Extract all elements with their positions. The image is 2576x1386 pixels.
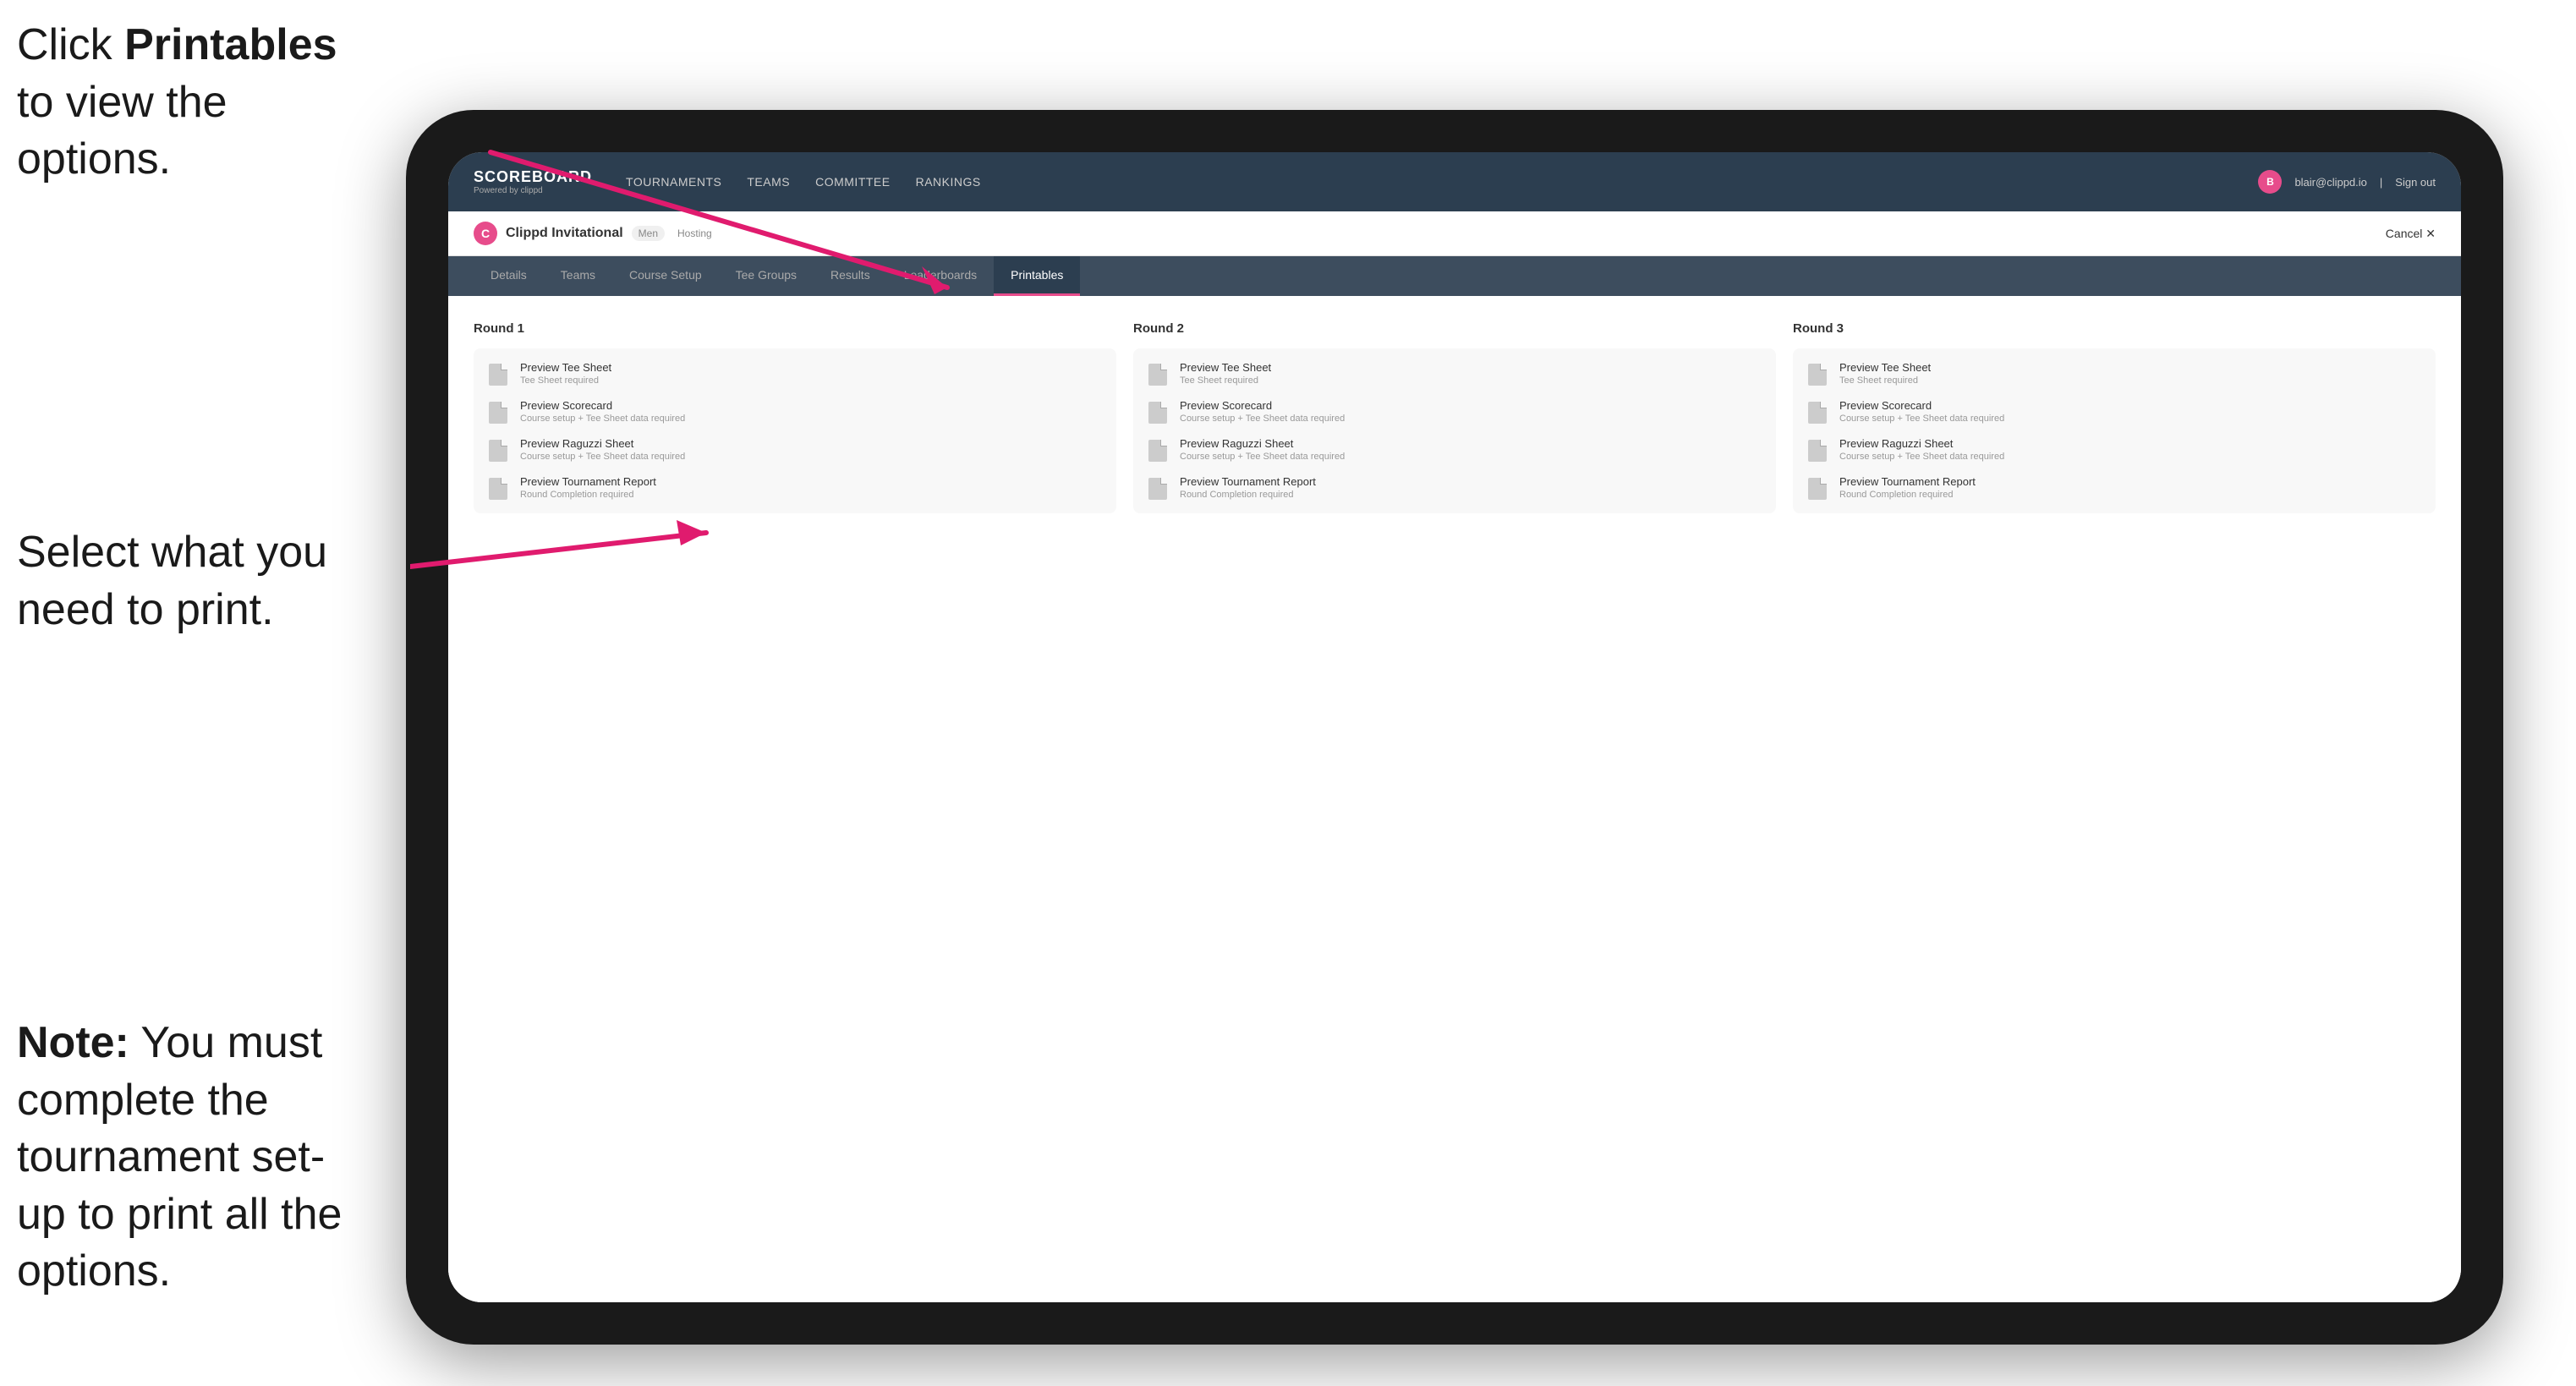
user-avatar: B: [2258, 170, 2282, 194]
round-1-tournament-report[interactable]: Preview Tournament Report Round Completi…: [486, 475, 1104, 501]
rounds-grid: Round 1 Preview Tee Sheet Tee Sheet requ…: [474, 321, 2436, 513]
tablet-screen: SCOREBOARD Powered by clippd TOURNAMENTS…: [448, 152, 2461, 1302]
top-nav-items: TOURNAMENTS TEAMS COMMITTEE RANKINGS: [626, 171, 2258, 193]
r1-report-subtitle: Round Completion required: [520, 490, 1104, 500]
tab-details[interactable]: Details: [474, 256, 544, 296]
user-email: blair@clippd.io: [2294, 176, 2366, 189]
sub-header: C Clippd Invitational Men Hosting Cancel…: [448, 211, 2461, 256]
r2-report-subtitle: Round Completion required: [1180, 490, 1763, 500]
round-3-section: Round 3 Preview Tee Sheet Tee Sheet requ…: [1793, 321, 2436, 513]
logo-title: SCOREBOARD: [474, 168, 592, 186]
tournament-name: Clippd Invitational: [506, 226, 623, 241]
r1-raguzzi-title: Preview Raguzzi Sheet: [520, 437, 1104, 450]
nav-item-rankings[interactable]: RANKINGS: [916, 171, 981, 193]
r2-tee-sheet-subtitle: Tee Sheet required: [1180, 375, 1763, 386]
tab-leaderboards[interactable]: Leaderboards: [887, 256, 994, 296]
clippd-icon: C: [474, 222, 497, 245]
round-1-title: Round 1: [474, 321, 1116, 336]
printables-bold: Printables: [124, 20, 337, 69]
tournament-info: C Clippd Invitational Men Hosting: [474, 222, 712, 245]
scorecard-icon-2: [1146, 401, 1170, 425]
r1-scorecard-title: Preview Scorecard: [520, 399, 1104, 412]
nav-item-tournaments[interactable]: TOURNAMENTS: [626, 171, 721, 193]
raguzzi-icon-2: [1146, 439, 1170, 463]
tee-sheet-icon-3: [1806, 363, 1829, 386]
r1-report-title: Preview Tournament Report: [520, 475, 1104, 488]
logo-subtitle: Powered by clippd: [474, 186, 592, 195]
mid-instruction-text: Select what you need to print.: [17, 528, 327, 634]
top-instruction-text: Click Printables to view the options.: [17, 20, 337, 184]
r2-scorecard-title: Preview Scorecard: [1180, 399, 1763, 412]
tab-tee-groups[interactable]: Tee Groups: [719, 256, 814, 296]
tablet-frame: SCOREBOARD Powered by clippd TOURNAMENTS…: [406, 110, 2503, 1345]
round-1-scorecard[interactable]: Preview Scorecard Course setup + Tee She…: [486, 399, 1104, 425]
tee-sheet-icon-1: [486, 363, 510, 386]
cancel-button[interactable]: Cancel ✕: [2386, 227, 2436, 241]
round-2-section: Round 2 Preview Tee Sheet Tee Sheet requ…: [1133, 321, 1776, 513]
tab-results[interactable]: Results: [814, 256, 887, 296]
hosting-tag: Hosting: [677, 227, 712, 239]
round-2-raguzzi[interactable]: Preview Raguzzi Sheet Course setup + Tee…: [1146, 437, 1763, 463]
round-3-items: Preview Tee Sheet Tee Sheet required Pre…: [1793, 348, 2436, 513]
round-2-tee-sheet[interactable]: Preview Tee Sheet Tee Sheet required: [1146, 361, 1763, 386]
r3-scorecard-subtitle: Course setup + Tee Sheet data required: [1839, 414, 2423, 424]
r1-tee-sheet-subtitle: Tee Sheet required: [520, 375, 1104, 386]
tournament-tag: Men: [632, 226, 665, 241]
tab-nav: Details Teams Course Setup Tee Groups Re…: [448, 256, 2461, 296]
r2-report-title: Preview Tournament Report: [1180, 475, 1763, 488]
raguzzi-icon-1: [486, 439, 510, 463]
r2-tee-sheet-title: Preview Tee Sheet: [1180, 361, 1763, 374]
nav-item-committee[interactable]: COMMITTEE: [815, 171, 891, 193]
tab-printables[interactable]: Printables: [994, 256, 1080, 296]
r3-report-subtitle: Round Completion required: [1839, 490, 2423, 500]
round-1-raguzzi[interactable]: Preview Raguzzi Sheet Course setup + Tee…: [486, 437, 1104, 463]
r3-raguzzi-subtitle: Course setup + Tee Sheet data required: [1839, 452, 2423, 462]
tab-teams[interactable]: Teams: [544, 256, 612, 296]
tee-sheet-icon-2: [1146, 363, 1170, 386]
round-3-tournament-report[interactable]: Preview Tournament Report Round Completi…: [1806, 475, 2423, 501]
report-icon-2: [1146, 477, 1170, 501]
r3-report-title: Preview Tournament Report: [1839, 475, 2423, 488]
mid-instruction: Select what you need to print.: [17, 524, 355, 638]
bottom-instruction: Note: You must complete the tournament s…: [17, 1015, 355, 1301]
round-3-raguzzi[interactable]: Preview Raguzzi Sheet Course setup + Tee…: [1806, 437, 2423, 463]
round-1-tee-sheet[interactable]: Preview Tee Sheet Tee Sheet required: [486, 361, 1104, 386]
main-content: Round 1 Preview Tee Sheet Tee Sheet requ…: [448, 296, 2461, 1302]
r2-raguzzi-title: Preview Raguzzi Sheet: [1180, 437, 1763, 450]
r1-scorecard-subtitle: Course setup + Tee Sheet data required: [520, 414, 1104, 424]
scorecard-icon-1: [486, 401, 510, 425]
separator: |: [2380, 176, 2382, 189]
scoreboard-logo: SCOREBOARD Powered by clippd: [474, 168, 592, 195]
report-icon-1: [486, 477, 510, 501]
raguzzi-icon-3: [1806, 439, 1829, 463]
r1-tee-sheet-title: Preview Tee Sheet: [520, 361, 1104, 374]
tab-course-setup[interactable]: Course Setup: [612, 256, 719, 296]
sign-out-link[interactable]: Sign out: [2395, 176, 2436, 189]
r3-scorecard-title: Preview Scorecard: [1839, 399, 2423, 412]
round-2-items: Preview Tee Sheet Tee Sheet required Pre…: [1133, 348, 1776, 513]
note-bold: Note:: [17, 1018, 129, 1067]
round-3-title: Round 3: [1793, 321, 2436, 336]
round-3-tee-sheet[interactable]: Preview Tee Sheet Tee Sheet required: [1806, 361, 2423, 386]
round-2-title: Round 2: [1133, 321, 1776, 336]
r3-tee-sheet-subtitle: Tee Sheet required: [1839, 375, 2423, 386]
round-3-scorecard[interactable]: Preview Scorecard Course setup + Tee She…: [1806, 399, 2423, 425]
round-2-tournament-report[interactable]: Preview Tournament Report Round Completi…: [1146, 475, 1763, 501]
report-icon-3: [1806, 477, 1829, 501]
top-nav-right: B blair@clippd.io | Sign out: [2258, 170, 2436, 194]
r2-scorecard-subtitle: Course setup + Tee Sheet data required: [1180, 414, 1763, 424]
top-nav: SCOREBOARD Powered by clippd TOURNAMENTS…: [448, 152, 2461, 211]
r3-tee-sheet-title: Preview Tee Sheet: [1839, 361, 2423, 374]
round-1-items: Preview Tee Sheet Tee Sheet required Pre…: [474, 348, 1116, 513]
round-2-scorecard[interactable]: Preview Scorecard Course setup + Tee She…: [1146, 399, 1763, 425]
scorecard-icon-3: [1806, 401, 1829, 425]
top-instruction: Click Printables to view the options.: [17, 17, 338, 189]
round-1-section: Round 1 Preview Tee Sheet Tee Sheet requ…: [474, 321, 1116, 513]
nav-item-teams[interactable]: TEAMS: [747, 171, 790, 193]
app-container: SCOREBOARD Powered by clippd TOURNAMENTS…: [448, 152, 2461, 1302]
r3-raguzzi-title: Preview Raguzzi Sheet: [1839, 437, 2423, 450]
r2-raguzzi-subtitle: Course setup + Tee Sheet data required: [1180, 452, 1763, 462]
r1-raguzzi-subtitle: Course setup + Tee Sheet data required: [520, 452, 1104, 462]
